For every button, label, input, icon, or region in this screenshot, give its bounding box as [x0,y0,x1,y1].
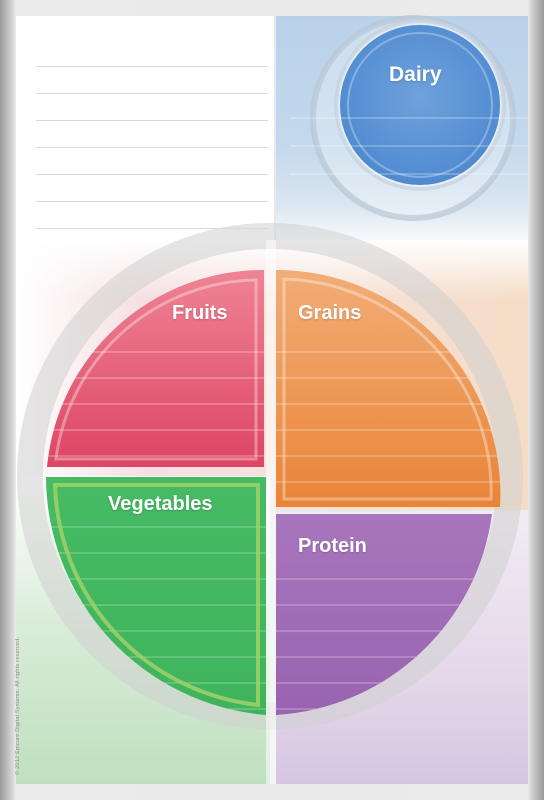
copyright-text: © 2012 Epicure Digital Systems. All righ… [15,636,21,775]
food-plate-board: Dairy Fruits Grains Vegetables Protein ©… [0,0,544,800]
vegetables-label: Vegetables [108,493,213,515]
dairy-section[interactable] [340,25,500,185]
grains-label: Grains [298,302,362,324]
plate-divider [266,240,276,784]
protein-label: Protein [298,535,367,557]
dairy-label: Dairy [389,63,442,86]
fruits-label: Fruits [172,302,228,324]
notes-lines [16,16,274,248]
fruits-section[interactable] [47,269,264,467]
